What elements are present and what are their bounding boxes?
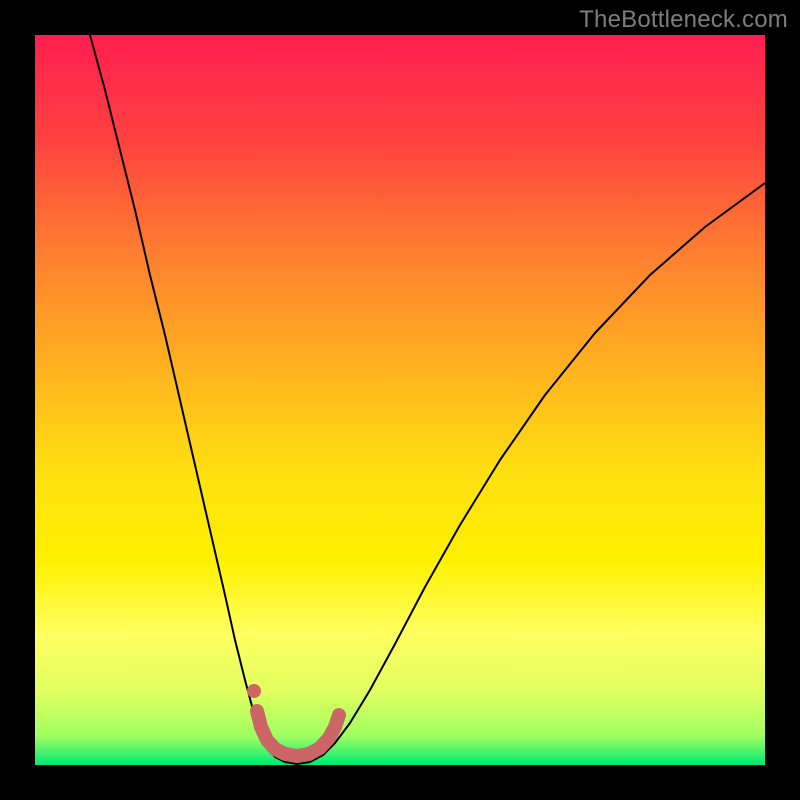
watermark-text: TheBottleneck.com — [579, 6, 788, 34]
chart-frame: TheBottleneck.com — [0, 0, 800, 800]
bottleneck-chart — [35, 35, 765, 765]
left-dot — [247, 684, 261, 698]
gradient-background — [35, 35, 765, 765]
marker-layer — [247, 684, 261, 698]
plot-area — [35, 35, 765, 765]
